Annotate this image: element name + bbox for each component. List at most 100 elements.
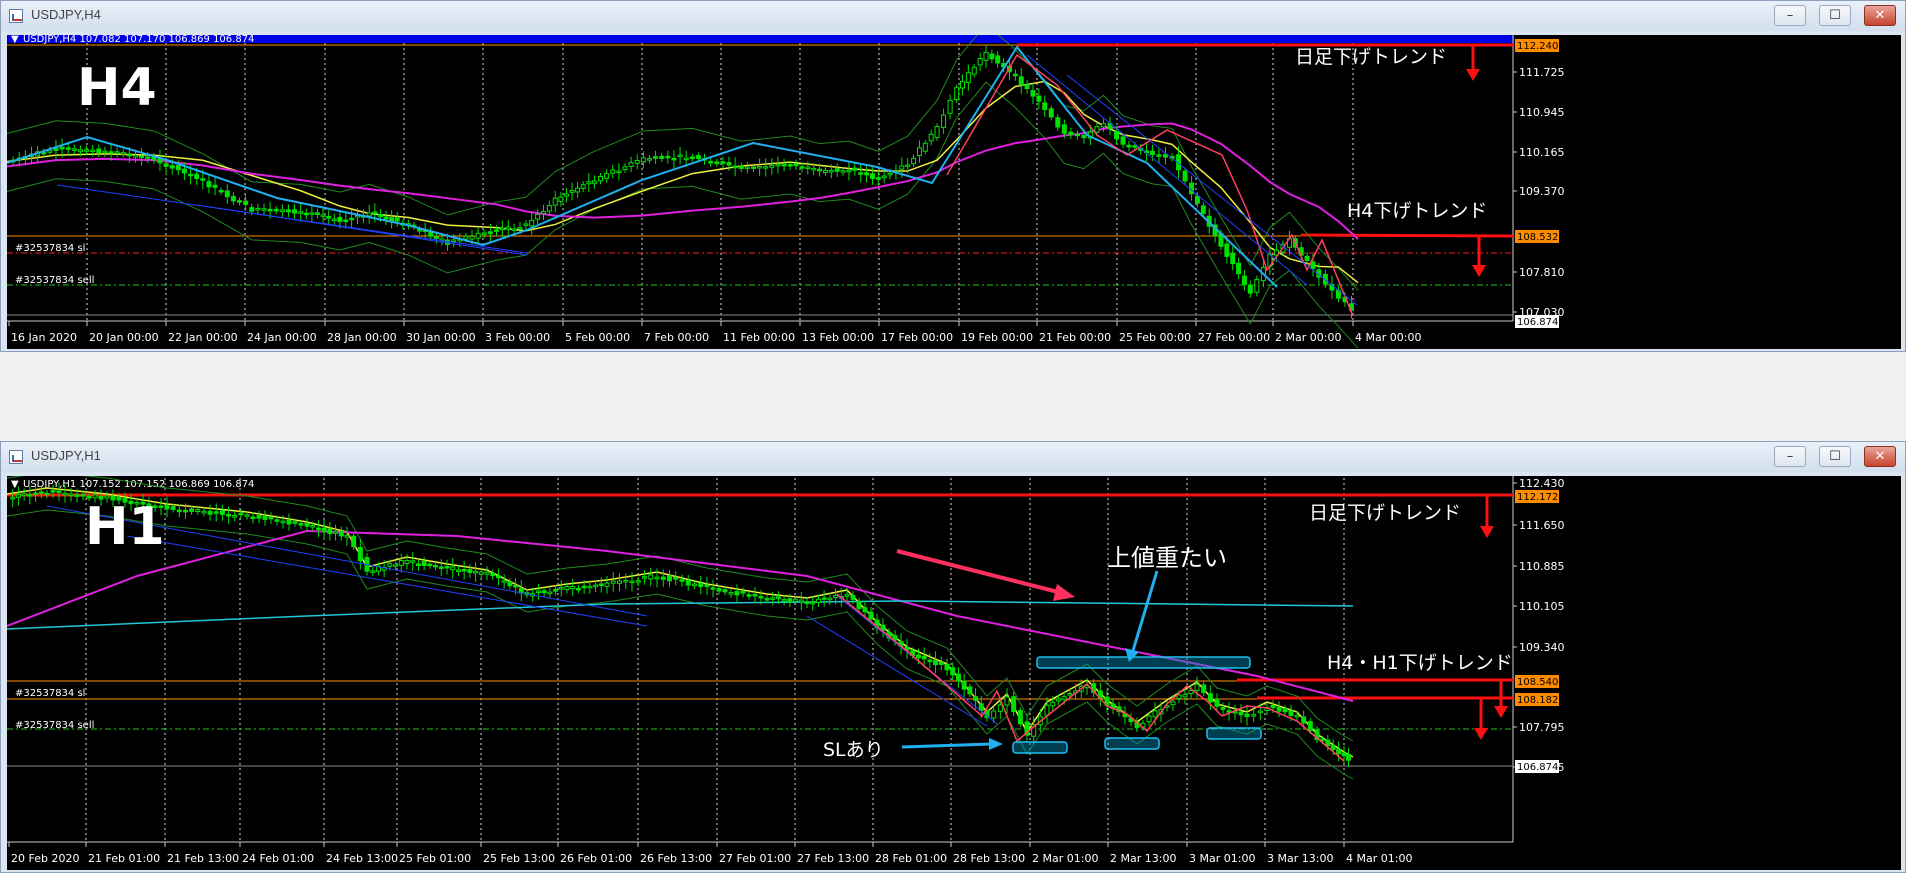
candle-body [793, 598, 799, 602]
order-sell-label: #32537834 sell [15, 275, 94, 286]
candle-body [798, 599, 804, 603]
candle-body [1048, 108, 1054, 118]
candle-body [667, 575, 672, 582]
candle-body [928, 133, 934, 142]
candle-body [206, 181, 212, 188]
candle-body [404, 560, 410, 565]
candle-body [757, 165, 763, 169]
price-axis-label: 111.725 [1519, 66, 1565, 79]
candle-body [685, 579, 691, 586]
candle-body [232, 514, 238, 518]
candle-body [971, 66, 977, 75]
candle-body [59, 146, 65, 150]
price-badge-text: 108.532 [1517, 232, 1558, 243]
h4-chart-svg[interactable]: ▼ USDJPY,H4 107.082 107.170 106.869 106.8… [7, 35, 1901, 349]
candle-body [781, 163, 787, 167]
minimize-button[interactable]: – [1774, 5, 1806, 26]
candle-body [1341, 752, 1347, 757]
candle-body [1194, 195, 1200, 204]
candle-body [321, 527, 327, 533]
candle-body [899, 165, 905, 170]
candle-body [473, 570, 479, 574]
candle-body [881, 175, 887, 179]
candle-body [1044, 704, 1050, 716]
window-titlebar[interactable]: USDJPY,H1 – ☐ ✕ [1, 442, 1905, 472]
candle-body [182, 509, 188, 513]
candle-body [139, 155, 145, 159]
candle-body [698, 582, 704, 588]
candle-body [243, 200, 249, 205]
candle-body [726, 162, 732, 166]
candle-body [463, 235, 469, 240]
price-axis-label: 109.340 [1519, 641, 1565, 654]
maximize-button[interactable]: ☐ [1819, 446, 1851, 467]
time-axis-label: 25 Feb 01:00 [399, 852, 471, 865]
candle-body [1050, 701, 1056, 707]
candle-body [840, 170, 846, 173]
price-axis-label: 111.650 [1519, 519, 1565, 532]
candle-body [846, 169, 852, 173]
candle-body [68, 493, 74, 497]
candle-body [268, 516, 274, 520]
candle-body [1030, 90, 1036, 97]
candle-body [575, 187, 581, 193]
candle-body [219, 510, 225, 515]
candle-body [640, 157, 646, 163]
candle-body [692, 583, 697, 587]
candle-body [427, 563, 433, 567]
candle-body [558, 586, 564, 590]
candle-body [372, 211, 378, 215]
candle-body [501, 580, 507, 583]
candle-body [758, 595, 764, 599]
candle-body [679, 579, 685, 582]
candle-body [188, 173, 194, 177]
chart-area[interactable]: ▼ USDJPY,H1 107.152 107.152 106.869 106.8… [7, 476, 1901, 870]
candle-body [683, 157, 689, 161]
candle-body [1068, 131, 1074, 136]
order-sl-label: #32537834 sl [15, 688, 85, 699]
candle-body [740, 591, 746, 594]
candle-body [1207, 693, 1213, 703]
price-axis-label: 107.810 [1519, 266, 1565, 279]
candle-body [461, 568, 467, 572]
candle-body [671, 157, 677, 161]
candle-body [467, 569, 473, 574]
time-axis-label: 21 Feb 01:00 [88, 852, 160, 865]
candle-body [398, 560, 404, 566]
candle-body [793, 163, 799, 167]
timeframe-label: H1 [85, 497, 165, 557]
candle-body [591, 180, 597, 184]
channel-line [806, 615, 988, 727]
candle-body [255, 207, 261, 211]
candle-body [65, 147, 71, 150]
minimize-button[interactable]: – [1774, 446, 1806, 467]
candle-body [1152, 710, 1158, 718]
chart-window-h4[interactable]: USDJPY,H4 – ☐ ✕ ▼ USDJPY,H4 107.082 107.1… [0, 0, 1906, 352]
candle-body [764, 598, 770, 601]
support-zone-box [1012, 741, 1068, 754]
candle-body [862, 607, 868, 613]
maximize-button[interactable]: ☐ [1819, 5, 1851, 26]
price-badge-text: 106.874 [1517, 317, 1558, 328]
chart-area[interactable]: ▼ USDJPY,H4 107.082 107.170 106.869 106.8… [7, 35, 1901, 349]
window-titlebar[interactable]: USDJPY,H4 – ☐ ✕ [1, 1, 1905, 31]
chart-header-ohlc: USDJPY,H4 107.082 107.170 106.869 106.87… [23, 35, 254, 45]
candle-body [673, 576, 679, 580]
candle-body [511, 228, 517, 231]
price-badge-text: 108.182 [1517, 695, 1558, 706]
candle-body [1230, 252, 1236, 265]
candle-body [298, 211, 304, 214]
candle-body [921, 655, 927, 660]
close-button[interactable]: ✕ [1864, 5, 1896, 26]
candle-body [433, 564, 439, 568]
channel-line [1066, 74, 1358, 306]
candle-body [950, 667, 956, 676]
candle-body [1004, 696, 1010, 706]
candle-body [170, 506, 176, 510]
candle-body [262, 515, 268, 520]
h1-chart-svg[interactable]: ▼ USDJPY,H1 107.152 107.152 106.869 106.8… [7, 476, 1901, 870]
chart-window-h1[interactable]: USDJPY,H1 – ☐ ✕ ▼ USDJPY,H1 107.152 107.1… [0, 441, 1906, 873]
candle-body [677, 154, 683, 158]
close-button[interactable]: ✕ [1864, 446, 1896, 467]
candle-body [799, 166, 805, 169]
